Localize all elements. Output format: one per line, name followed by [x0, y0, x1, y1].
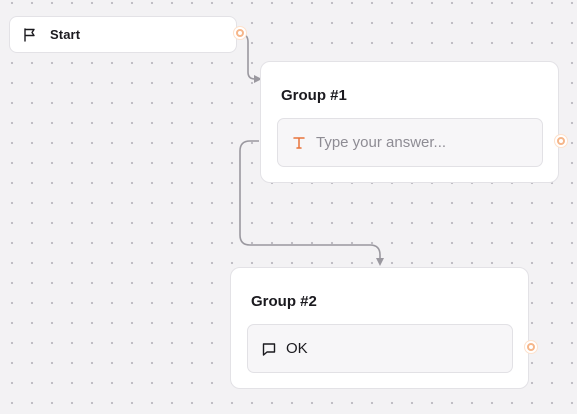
- text-input-block[interactable]: Type your answer...: [277, 118, 543, 167]
- flow-canvas[interactable]: Start Group #1 Type your answer... Group…: [0, 0, 577, 414]
- start-output-port[interactable]: [233, 26, 247, 40]
- start-node[interactable]: Start: [9, 16, 237, 53]
- group-2-node[interactable]: Group #2 OK: [230, 267, 529, 389]
- text-input-placeholder: Type your answer...: [316, 134, 447, 151]
- start-node-label: Start: [50, 27, 81, 42]
- group-1-node[interactable]: Group #1 Type your answer...: [260, 61, 559, 183]
- group-2-title: Group #2: [251, 293, 317, 310]
- edge-start-to-group-1[interactable]: [240, 33, 262, 83]
- text-bubble-content: OK: [286, 340, 308, 357]
- group-2-output-port[interactable]: [524, 340, 538, 354]
- text-bubble-block[interactable]: OK: [247, 324, 513, 373]
- group-1-output-port[interactable]: [554, 134, 568, 148]
- text-input-icon: [291, 135, 307, 151]
- flag-icon: [22, 27, 38, 43]
- group-1-title: Group #1: [281, 87, 347, 104]
- chat-bubble-icon: [261, 341, 277, 357]
